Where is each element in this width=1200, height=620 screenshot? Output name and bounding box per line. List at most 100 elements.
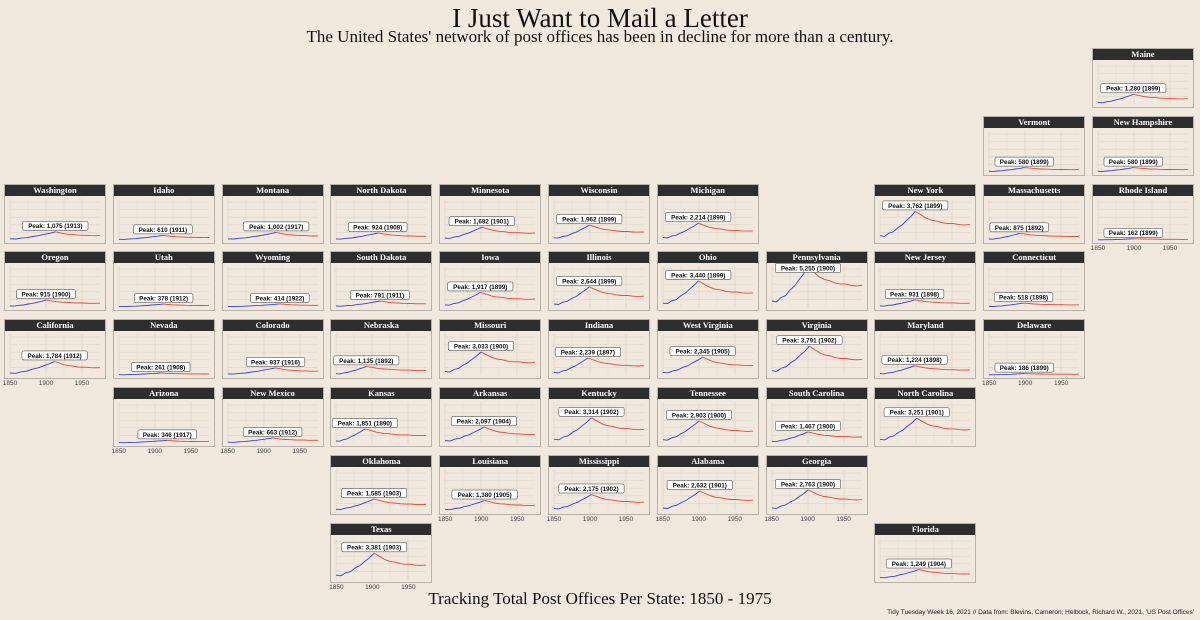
x-axis-labels: 1850 1900 1950 [112, 448, 215, 458]
peak-label: Peak: 1,917 (1899) [447, 282, 514, 292]
peak-label-text: Peak: 937 (1916) [251, 359, 300, 366]
peak-label-text: Peak: 924 (1908) [354, 224, 403, 231]
peak-label-text: Peak: 580 (1899) [1109, 159, 1158, 166]
declining-series-line [272, 437, 318, 441]
rising-series-line [118, 234, 163, 240]
panel-plot: Peak: 580 (1899) [988, 130, 1080, 172]
peak-label: Peak: 2,903 (1900) [665, 410, 732, 420]
panel-strip-label: Nebraska [331, 320, 432, 332]
declining-series-line [1133, 237, 1189, 240]
peak-label: Peak: 1,962 (1899) [556, 213, 623, 224]
panel-north-dakota: North Dakota Peak: 924 (1908) [330, 183, 433, 244]
peak-label: Peak: 2,175 (1902) [558, 483, 625, 494]
panel-strip-label: South Dakota [331, 252, 432, 264]
footer-title: Tracking Total Post Offices Per State: 1… [428, 589, 772, 608]
panel-plot: Peak: 1,380 (1905) [444, 469, 536, 511]
panel-plot: Peak: 2,644 (1899) [553, 266, 645, 308]
peak-label-text: Peak: 3,033 (1900) [454, 344, 508, 351]
peak-label: Peak: 1,380 (1905) [451, 489, 518, 500]
panel-strip-label: Oregon [5, 252, 105, 264]
declining-series-line [365, 428, 427, 437]
x-tick-label: 1850 [655, 515, 671, 523]
panel-utah: Utah Peak: 378 (1912) [112, 251, 215, 312]
panel-strip-label: California [5, 320, 105, 332]
x-tick-label: 1850 [546, 515, 562, 523]
declining-series-line [160, 372, 209, 375]
x-tick-label: 1900 [691, 515, 707, 523]
panel-plot: Peak: 1,851 (1890) [332, 402, 427, 443]
panel-strip-label: Massachusetts [984, 184, 1085, 196]
panel-strip-label: Illinois [549, 252, 649, 264]
x-tick-label: 1850 [2, 380, 18, 388]
panel-plot: Peak: 1,075 (1913) [9, 198, 101, 240]
declining-series-line [166, 439, 209, 443]
panel-strip-label: Connecticut [984, 252, 1085, 264]
rising-series-line [445, 292, 481, 307]
rising-series-line [227, 231, 276, 240]
panel-strip-label: North Dakota [331, 184, 432, 196]
panel-strip-label: Wyoming [222, 252, 323, 264]
panel-strip-label: North Carolina [875, 388, 976, 399]
panel-strip-label: New Jersey [875, 252, 976, 264]
rising-series-line [989, 373, 1025, 376]
rising-series-line [445, 426, 485, 442]
panel-plot: Peak: 5,255 (1900) [771, 263, 862, 308]
panel-massachusetts: Massachusetts Peak: 875 (1892) [983, 183, 1086, 244]
declining-series-line [915, 210, 971, 225]
x-tick-label: 1950 [836, 515, 851, 523]
peak-label-text: Peak: 1,962 (1899) [562, 216, 616, 223]
declining-series-line [1023, 303, 1080, 306]
panel-plot: Peak: 1,280 (1899) [1097, 63, 1189, 104]
peak-label: Peak: 378 (1912) [133, 293, 193, 304]
x-tick-label: 1950 [183, 448, 199, 455]
peak-label: Peak: 346 (1917) [137, 429, 197, 440]
panel-strip-label: Minnesota [440, 184, 541, 196]
peak-label: Peak: 2,097 (1904) [451, 416, 517, 426]
panel-strip-label: Maryland [875, 320, 976, 332]
peak-label-text: Peak: 1,135 (1892) [339, 358, 393, 365]
panel-strip-label: Vermont [984, 116, 1085, 128]
panel-maine: Maine Peak: 1,280 (1899) [1092, 48, 1194, 108]
panel-colorado: Colorado Peak: 937 (1916) [221, 319, 324, 380]
panel-plot: Peak: 2,214 (1899) [662, 198, 753, 240]
panel-strip-label: Montana [222, 184, 323, 196]
panel-strip-label: Michigan [657, 184, 758, 196]
declining-series-line [1133, 166, 1189, 170]
panel-plot: Peak: 3,791 (1902) [771, 334, 862, 376]
panel-new-york: New York Peak: 3,762 (1899) [874, 183, 977, 244]
panel-louisiana: Louisiana Peak: 1,380 (1905) [439, 454, 542, 515]
panel-plot: Peak: 915 (1900) [9, 266, 101, 308]
panel-wisconsin: Wisconsin Peak: 1,962 (1899) [548, 183, 650, 244]
panel-plot: Peak: 2,345 (1905) [662, 334, 753, 376]
peak-label-text: Peak: 2,632 (1901) [672, 482, 726, 489]
peak-label-text: Peak: 186 (1899) [1000, 365, 1049, 372]
rising-series-line [227, 437, 273, 443]
declining-series-line [480, 292, 536, 301]
panel-new-mexico: New Mexico Peak: 663 (1912) [221, 387, 324, 447]
panel-arkansas: Arkansas Peak: 2,097 (1904) [439, 387, 542, 447]
panel-california: California Peak: 1,784 (1912) [4, 319, 106, 380]
peak-label-text: Peak: 1,917 (1899) [453, 284, 507, 291]
declining-series-line [366, 366, 427, 372]
panel-ohio: Ohio Peak: 3,440 (1899) [656, 251, 759, 312]
x-axis-labels: 1850 1900 1950 [546, 515, 650, 526]
x-tick-label: 1850 [1090, 244, 1106, 252]
peak-label: Peak: 3,791 (1902) [776, 335, 842, 346]
panel-strip-label: Texas [331, 523, 432, 535]
panel-strip-label: Virginia [766, 320, 867, 332]
panel-plot: Peak: 186 (1899) [988, 334, 1080, 376]
peak-label: Peak: 5,255 (1900) [774, 263, 841, 274]
x-tick-label: 1850 [764, 515, 779, 523]
declining-series-line [380, 300, 427, 305]
peak-label: Peak: 931 (1898) [885, 289, 945, 300]
panel-plot: Peak: 3,762 (1899) [880, 198, 971, 240]
panel-strip-label: Maine [1093, 49, 1193, 60]
peak-label: Peak: 915 (1900) [16, 289, 76, 300]
peak-label: Peak: 610 (1911) [133, 224, 193, 234]
rising-series-line [989, 166, 1025, 172]
rising-series-line [118, 372, 161, 376]
x-tick-label: 1900 [473, 515, 489, 523]
panel-strip-label: Washington [5, 184, 105, 196]
peak-label: Peak: 2,214 (1899) [665, 212, 731, 222]
panel-plot: Peak: 3,314 (1902) [553, 402, 645, 443]
